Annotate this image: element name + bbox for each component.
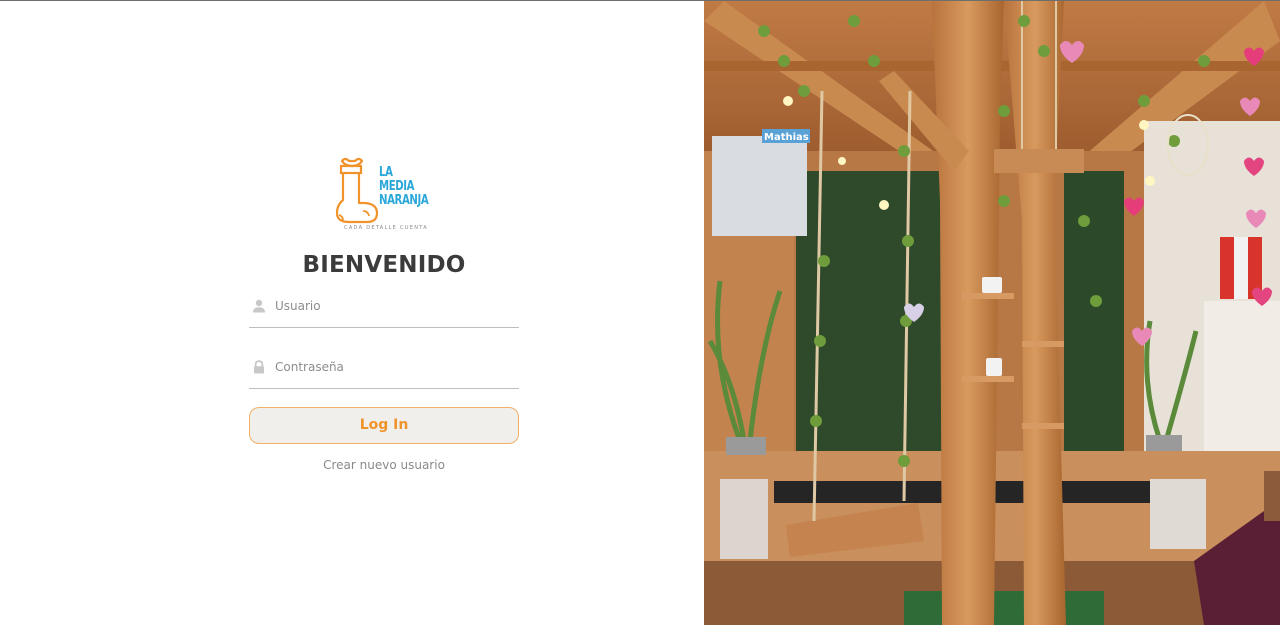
logo-text-media: MEDIA — [379, 179, 415, 194]
password-field[interactable] — [249, 354, 519, 389]
create-user-link[interactable]: Crear nuevo usuario — [249, 458, 519, 472]
cafe-interior-image: Mathias — [704, 1, 1280, 625]
user-icon — [253, 299, 265, 313]
username-field[interactable] — [249, 293, 519, 328]
welcome-title: BIENVENIDO — [302, 252, 466, 278]
login-panel: LA MEDIA NARANJA CADA DETALLE CUENTA BIE… — [0, 1, 704, 625]
password-input[interactable] — [275, 356, 515, 378]
mathias-sign: Mathias — [764, 132, 809, 143]
logo-text-la: LA — [379, 165, 393, 180]
brand-logo: LA MEDIA NARANJA CADA DETALLE CUENTA — [335, 155, 435, 235]
cafe-photo: Mathias — [704, 1, 1280, 625]
logo-text-naranja: NARANJA — [379, 193, 429, 208]
login-button[interactable]: Log In — [249, 407, 519, 444]
logo-tagline: CADA DETALLE CUENTA — [344, 225, 428, 231]
username-input[interactable] — [275, 295, 515, 317]
lock-icon — [254, 360, 264, 374]
